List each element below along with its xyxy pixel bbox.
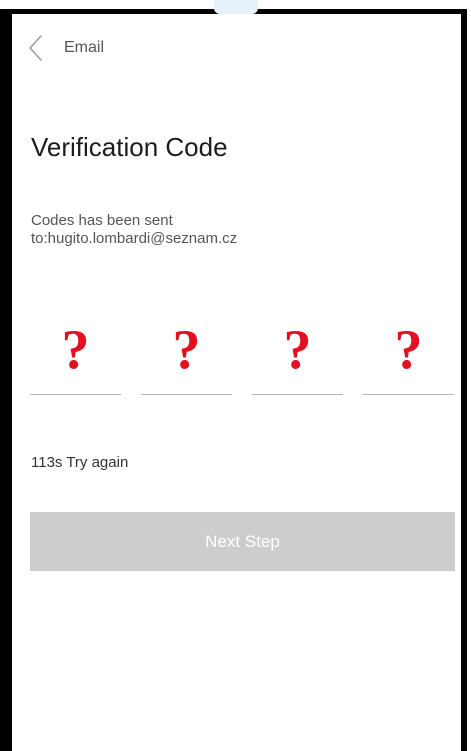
page-title: Verification Code <box>31 132 228 162</box>
code-input-2[interactable]: ? <box>141 319 232 395</box>
header-bar: Email <box>12 14 461 74</box>
code-input-row: ? ? ? ? <box>30 319 455 399</box>
code-sent-email: to:hugito.lombardi@seznam.cz <box>31 230 238 247</box>
resend-countdown[interactable]: 113s Try again <box>31 454 128 471</box>
code-input-4[interactable]: ? <box>363 319 454 395</box>
next-step-button[interactable]: Next Step <box>30 512 455 571</box>
code-digit-3: ? <box>283 319 312 381</box>
top-notch-highlight <box>214 0 258 14</box>
code-input-1[interactable]: ? <box>30 319 121 395</box>
code-digit-2: ? <box>172 319 201 381</box>
code-sent-line: Codes has been sent <box>31 212 173 229</box>
code-digit-4: ? <box>394 319 423 381</box>
code-digit-1: ? <box>61 319 90 381</box>
verification-screen: Email Verification Code Codes has been s… <box>12 14 461 751</box>
code-input-3[interactable]: ? <box>252 319 343 395</box>
chevron-left-icon[interactable] <box>26 34 46 62</box>
header-title: Email <box>64 39 105 56</box>
code-sent-message: Codes has been sent to:hugito.lombardi@s… <box>31 212 237 248</box>
